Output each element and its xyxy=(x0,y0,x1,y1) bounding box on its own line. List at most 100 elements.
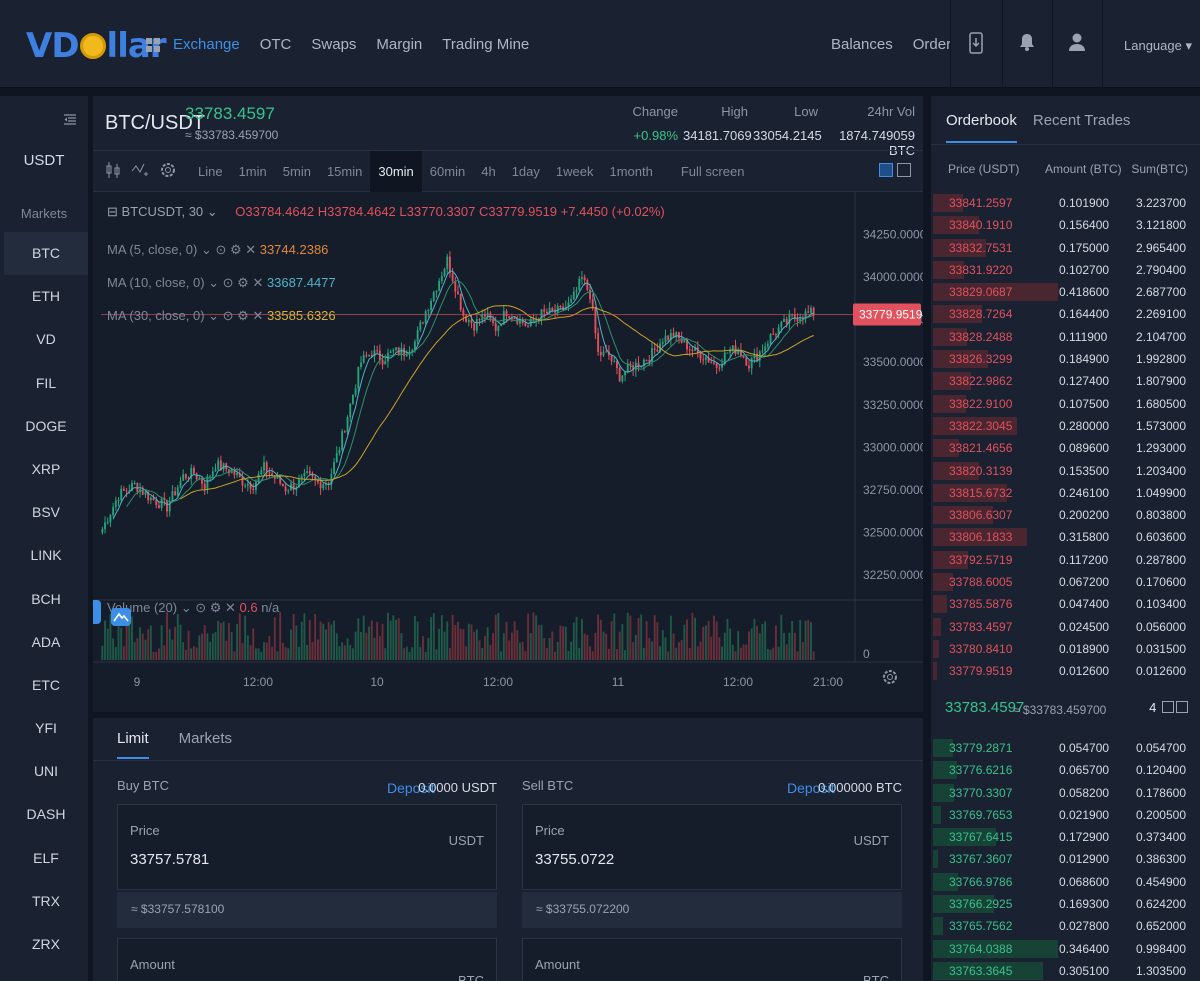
chart-view-icon[interactable] xyxy=(879,163,893,177)
apps-grid-icon[interactable] xyxy=(146,38,160,52)
buy-price-input[interactable]: Price 33757.5781 USDT xyxy=(117,804,497,890)
interval-line[interactable]: Line xyxy=(190,151,231,193)
ask-order-row[interactable]: 33822.9100 0.107500 1.680500 xyxy=(931,393,1200,415)
collapse-menu-icon[interactable] xyxy=(64,114,76,129)
market-item-dash[interactable]: DASH xyxy=(4,793,88,836)
depth-plus-icon[interactable] xyxy=(1162,701,1174,713)
tab-limit[interactable]: Limit xyxy=(117,730,149,759)
buy-amount-input[interactable]: Amount BTC xyxy=(117,938,497,981)
depth-control[interactable]: 4 xyxy=(1149,700,1188,715)
ask-order-row[interactable]: 33785.5876 0.047400 0.103400 xyxy=(931,593,1200,615)
interval-30min[interactable]: 30min xyxy=(370,151,422,193)
market-item-vd[interactable]: VD xyxy=(4,318,88,361)
interval-60min[interactable]: 60min xyxy=(422,151,473,193)
settings-gear-icon[interactable] xyxy=(159,161,177,184)
depth-view-icon[interactable] xyxy=(897,163,911,177)
tab-recent-trades[interactable]: Recent Trades xyxy=(1033,112,1131,143)
nav-margin[interactable]: Margin xyxy=(376,36,422,53)
sell-price-input[interactable]: Price 33755.0722 USDT xyxy=(522,804,902,890)
buy-price-value[interactable]: 33757.5781 xyxy=(130,851,209,868)
ask-order-row[interactable]: 33828.2488 0.111900 2.104700 xyxy=(931,326,1200,348)
market-item-fil[interactable]: FIL xyxy=(4,362,88,405)
ask-order-row[interactable]: 33822.3045 0.280000 1.573000 xyxy=(931,415,1200,437)
bid-order-row[interactable]: 33769.7653 0.021900 0.200500 xyxy=(931,804,1200,826)
interval-1min[interactable]: 1min xyxy=(231,151,275,193)
interval-1day[interactable]: 1day xyxy=(504,151,548,193)
candle-type-icon[interactable] xyxy=(105,161,121,184)
depth-minus-icon[interactable] xyxy=(1176,701,1188,713)
price-chart[interactable]: 34250.000034000.000033750.000033500.0000… xyxy=(93,192,923,712)
tab-orderbook[interactable]: Orderbook xyxy=(946,112,1017,143)
quote-currency-tab[interactable]: USDT xyxy=(0,152,88,169)
ask-order-row[interactable]: 33780.8410 0.018900 0.031500 xyxy=(931,638,1200,660)
interval-4h[interactable]: 4h xyxy=(473,151,503,193)
market-item-btc[interactable]: BTC xyxy=(4,232,88,276)
download-app-icon[interactable] xyxy=(969,32,983,59)
interval-1week[interactable]: 1week xyxy=(548,151,602,193)
bid-order-row[interactable]: 33770.3307 0.058200 0.178600 xyxy=(931,782,1200,804)
market-item-zrx[interactable]: ZRX xyxy=(4,923,88,966)
volume-legend[interactable]: Volume (20) ⌄ ⊙ ⚙ ✕ 0.6 n/a xyxy=(107,600,279,616)
market-item-xrp[interactable]: XRP xyxy=(4,448,88,491)
tab-markets[interactable]: Markets xyxy=(179,730,232,759)
ask-order-row[interactable]: 33828.7264 0.164400 2.269100 xyxy=(931,303,1200,325)
ma5-legend[interactable]: MA (5, close, 0) ⌄ ⊙ ⚙ ✕ 33744.2386 xyxy=(107,242,328,258)
language-selector[interactable]: Language ▾ xyxy=(1124,38,1192,54)
ask-order-row[interactable]: 33821.4656 0.089600 1.293000 xyxy=(931,437,1200,459)
bid-order-row[interactable]: 33766.2925 0.169300 0.624200 xyxy=(931,893,1200,915)
market-item-etc[interactable]: ETC xyxy=(4,664,88,707)
ask-order-row[interactable]: 33822.9862 0.127400 1.807900 xyxy=(931,370,1200,392)
bid-order-row[interactable]: 33767.6415 0.172900 0.373400 xyxy=(931,826,1200,848)
chart-settings-gear-icon[interactable] xyxy=(881,668,899,691)
market-item-yfi[interactable]: YFI xyxy=(4,707,88,750)
bid-order-row[interactable]: 33779.2871 0.054700 0.054700 xyxy=(931,737,1200,759)
nav-swaps[interactable]: Swaps xyxy=(311,36,356,53)
ma30-legend[interactable]: MA (30, close, 0) ⌄ ⊙ ⚙ ✕ 33585.6326 xyxy=(107,308,336,324)
interval-15min[interactable]: 15min xyxy=(319,151,370,193)
bid-order-row[interactable]: 33763.3645 0.305100 1.303500 xyxy=(931,960,1200,981)
market-item-uni[interactable]: UNI xyxy=(4,750,88,793)
notification-bell-icon[interactable] xyxy=(1019,32,1035,57)
bid-order-row[interactable]: 33767.3607 0.012900 0.386300 xyxy=(931,848,1200,870)
interval-full-screen[interactable]: Full screen xyxy=(673,151,753,193)
bid-order-row[interactable]: 33776.6216 0.065700 0.120400 xyxy=(931,759,1200,781)
nav-order[interactable]: Order xyxy=(913,36,951,53)
bid-order-row[interactable]: 33766.9786 0.068600 0.454900 xyxy=(931,871,1200,893)
sell-amount-input[interactable]: Amount BTC xyxy=(522,938,902,981)
market-item-bch[interactable]: BCH xyxy=(4,578,88,621)
nav-exchange[interactable]: Exchange xyxy=(173,36,240,53)
ask-order-row[interactable]: 33829.0687 0.418600 2.687700 xyxy=(931,281,1200,303)
ma10-legend[interactable]: MA (10, close, 0) ⌄ ⊙ ⚙ ✕ 33687.4477 xyxy=(107,275,336,291)
nav-balances[interactable]: Balances xyxy=(831,36,893,53)
market-item-doge[interactable]: DOGE xyxy=(4,405,88,448)
expand-panel-handle[interactable] xyxy=(93,600,101,624)
market-item-link[interactable]: LINK xyxy=(4,534,88,577)
nav-trading-mine[interactable]: Trading Mine xyxy=(442,36,529,53)
symbol-toggle-icon[interactable]: ⊟ xyxy=(107,204,118,219)
bid-order-row[interactable]: 33764.0388 0.346400 0.998400 xyxy=(931,938,1200,960)
ask-order-row[interactable]: 33841.2597 0.101900 3.223700 xyxy=(931,192,1200,214)
ask-order-row[interactable]: 33820.3139 0.153500 1.203400 xyxy=(931,460,1200,482)
ask-order-row[interactable]: 33783.4597 0.024500 0.056000 xyxy=(931,616,1200,638)
market-item-elf[interactable]: ELF xyxy=(4,837,88,880)
bid-order-row[interactable]: 33765.7562 0.027800 0.652000 xyxy=(931,915,1200,937)
ask-order-row[interactable]: 33832.7531 0.175000 2.965400 xyxy=(931,237,1200,259)
vdollar-logo[interactable]: VD llar xyxy=(26,26,167,66)
ask-order-row[interactable]: 33815.6732 0.246100 1.049900 xyxy=(931,482,1200,504)
indicator-icon[interactable] xyxy=(131,161,149,184)
market-item-eth[interactable]: ETH xyxy=(4,275,88,318)
ask-order-row[interactable]: 33840.1910 0.156400 3.121800 xyxy=(931,214,1200,236)
ask-order-row[interactable]: 33792.5719 0.117200 0.287800 xyxy=(931,549,1200,571)
user-profile-icon[interactable] xyxy=(1069,32,1085,57)
market-item-ada[interactable]: ADA xyxy=(4,621,88,664)
interval-5min[interactable]: 5min xyxy=(275,151,319,193)
ask-order-row[interactable]: 33826.3299 0.184900 1.992800 xyxy=(931,348,1200,370)
market-item-bsv[interactable]: BSV xyxy=(4,491,88,534)
chart-symbol[interactable]: BTCUSDT, 30 xyxy=(122,204,204,219)
ask-order-row[interactable]: 33806.6307 0.200200 0.803800 xyxy=(931,504,1200,526)
ask-order-row[interactable]: 33788.6005 0.067200 0.170600 xyxy=(931,571,1200,593)
ask-order-row[interactable]: 33806.1833 0.315800 0.603600 xyxy=(931,526,1200,548)
market-item-trx[interactable]: TRX xyxy=(4,880,88,923)
nav-otc[interactable]: OTC xyxy=(260,36,292,53)
ask-order-row[interactable]: 33831.9220 0.102700 2.790400 xyxy=(931,259,1200,281)
